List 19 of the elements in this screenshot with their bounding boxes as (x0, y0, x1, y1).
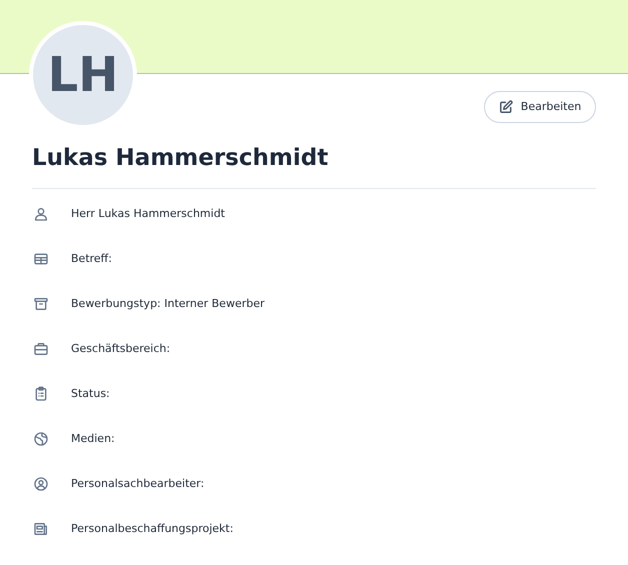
detail-text: Medien: (71, 430, 115, 447)
detail-text: Status: (71, 386, 110, 402)
detail-text: Bewerbungstyp: Interner Bewerber (71, 296, 265, 312)
newspaper-icon (33, 521, 49, 537)
user-circle-icon (33, 476, 49, 492)
globe-icon (33, 431, 49, 447)
table-icon (33, 251, 49, 267)
briefcase-icon (33, 341, 49, 357)
archive-icon (33, 296, 49, 312)
edit-icon (498, 100, 513, 114)
clipboard-icon (33, 386, 49, 402)
detail-text: Betreff: (71, 250, 112, 267)
person-icon (33, 206, 49, 222)
profile-name: Lukas Hammerschmidt (32, 144, 330, 173)
detail-text: Herr Lukas Hammerschmidt (71, 206, 225, 222)
edit-button[interactable]: Bearbeiten (484, 91, 596, 123)
detail-text: Geschäftsbereich: (71, 340, 170, 357)
detail-text: Personalsachbearbeiter: (71, 476, 204, 492)
detail-text: Personalbeschaffungsprojekt: (71, 520, 234, 537)
